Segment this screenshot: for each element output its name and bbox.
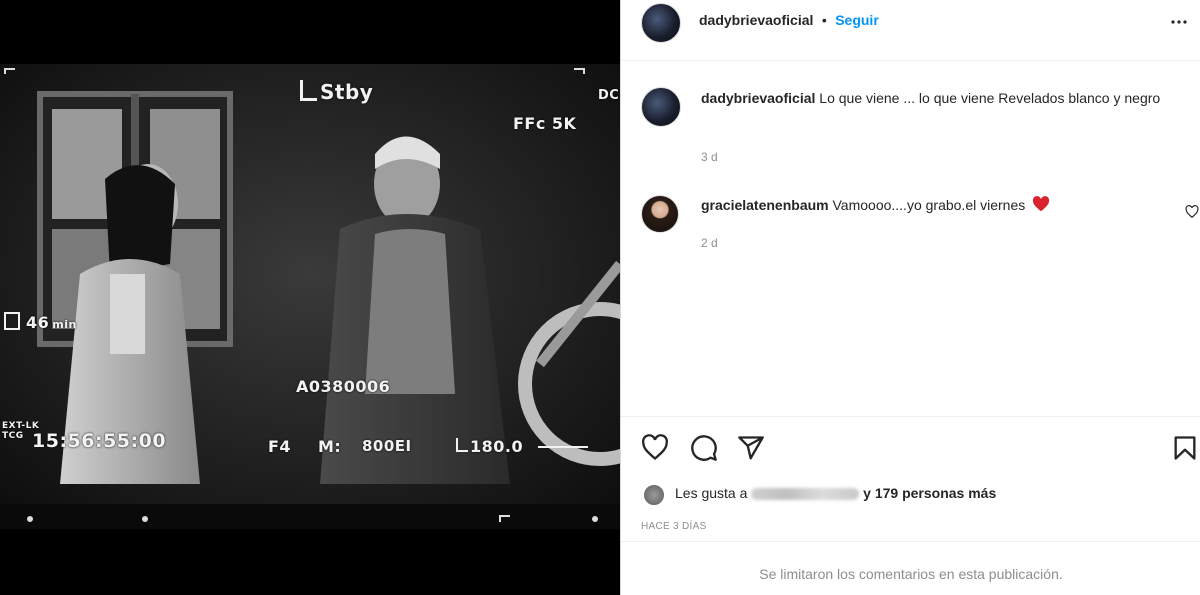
likes-prefix: Les gusta a: [675, 485, 748, 501]
post-panel: dadybrievaoficial • Seguir dadybrievaofi…: [620, 0, 1200, 595]
fps-readout: FFc 5K: [513, 114, 577, 133]
comments-limited-notice: Se limitaron los comentarios en esta pub…: [759, 566, 1063, 582]
battery-unit: min: [52, 318, 77, 331]
timecode: 15:56:55:00: [32, 430, 167, 452]
author-avatar[interactable]: [641, 3, 681, 43]
heart-icon[interactable]: [641, 434, 669, 462]
caption: dadybrievaoficial Lo que viene ... lo qu…: [701, 88, 1181, 109]
comment-icon[interactable]: [690, 434, 718, 462]
horizon-line: [538, 445, 588, 448]
iso-value: 800EI: [362, 437, 412, 455]
lens-icon: [300, 80, 317, 101]
battery-value: 46: [26, 313, 50, 332]
shutter-value: 180.0: [470, 437, 524, 456]
battery-icon: [4, 312, 20, 330]
share-icon[interactable]: [737, 434, 765, 462]
caption-avatar[interactable]: [641, 87, 681, 127]
battery-readout: 46 min: [4, 312, 77, 332]
standby-label: Stby: [320, 80, 374, 104]
separator-dot: •: [821, 12, 827, 28]
author-username[interactable]: dadybrievaoficial: [699, 12, 813, 28]
liker-avatar[interactable]: [643, 484, 665, 506]
caption-text: Lo que viene ... lo que viene Revelados …: [819, 90, 1161, 106]
actions-divider: [621, 416, 1200, 417]
blurred-username[interactable]: [751, 488, 860, 501]
heart-emoji-icon: [1033, 196, 1050, 212]
standby-indicator: Stby: [300, 80, 373, 104]
footer-divider: [621, 541, 1200, 542]
likes-count[interactable]: y 179 personas más: [863, 485, 996, 501]
commenter-avatar[interactable]: [641, 195, 679, 233]
caption-age[interactable]: 3 d: [701, 150, 718, 164]
fstop: F4: [268, 437, 292, 456]
caption-username[interactable]: dadybrievaoficial: [701, 90, 815, 106]
shutter-icon: [456, 438, 468, 452]
video-frame: Stby FFc 5K DC 46 min A0380006 EXT-LK TCG…: [0, 64, 620, 529]
clip-name: A0380006: [296, 377, 391, 396]
iso-label: M:: [318, 437, 342, 456]
comment-username[interactable]: gracielatenenbaum: [701, 197, 829, 213]
post-date[interactable]: HACE 3 DÍAS: [641, 521, 707, 532]
comment: gracielatenenbaum Vamoooo....yo grabo.el…: [701, 195, 1171, 216]
dc-indicator: DC: [598, 88, 620, 103]
scene-illustration: [0, 64, 620, 529]
level-indicator: [538, 436, 588, 455]
bookmark-icon[interactable]: [1171, 434, 1199, 462]
comment-age[interactable]: 2 d: [701, 236, 718, 250]
post-header: dadybrievaoficial • Seguir: [621, 0, 1200, 61]
author-line: dadybrievaoficial • Seguir: [699, 12, 879, 30]
more-icon[interactable]: [1167, 10, 1191, 34]
post-media[interactable]: Stby FFc 5K DC 46 min A0380006 EXT-LK TCG…: [0, 0, 620, 595]
likes-summary: Les gusta a y 179 personas más: [675, 485, 996, 501]
shutter-angle: 180.0: [456, 437, 523, 456]
comment-text: Vamoooo....yo grabo.el viernes: [832, 197, 1026, 213]
like-comment-icon[interactable]: [1185, 205, 1199, 219]
follow-button[interactable]: Seguir: [835, 12, 879, 28]
